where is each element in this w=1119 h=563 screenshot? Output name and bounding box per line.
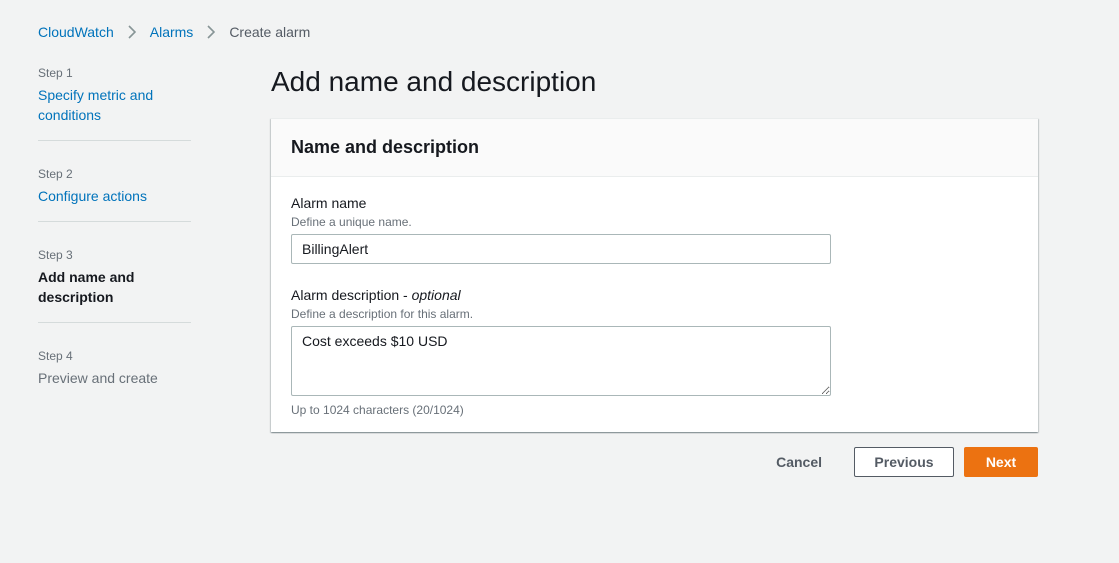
breadcrumb-current: Create alarm: [229, 24, 311, 40]
alarm-description-label: Alarm description - optional: [291, 286, 1018, 304]
step-link-specify-metric[interactable]: Specify metric and conditions: [38, 85, 191, 125]
panel-header: Name and description: [271, 119, 1038, 177]
name-description-panel: Name and description Alarm name Define a…: [271, 118, 1038, 432]
character-count: Up to 1024 characters (20/1024): [291, 403, 464, 417]
alarm-name-field: Alarm name Define a unique name.: [291, 194, 1018, 264]
alarm-description-hint: Define a description for this alarm.: [291, 307, 474, 321]
step-disabled-preview-create: Preview and create: [38, 370, 158, 386]
cancel-button[interactable]: Cancel: [756, 447, 842, 477]
step-link-configure-actions[interactable]: Configure actions: [38, 186, 191, 206]
wizard-step-1: Step 1 Specify metric and conditions: [38, 64, 191, 141]
step-number: Step 1: [38, 66, 73, 80]
alarm-name-label: Alarm name: [291, 195, 367, 211]
breadcrumb-alarms[interactable]: Alarms: [150, 24, 194, 40]
step-number: Step 2: [38, 167, 73, 181]
chevron-right-icon: [114, 22, 150, 42]
alarm-description-textarea[interactable]: Cost exceeds $10 USD: [291, 326, 831, 396]
wizard-step-3: Step 3 Add name and description: [38, 246, 191, 323]
wizard-step-2: Step 2 Configure actions: [38, 165, 191, 222]
previous-button[interactable]: Previous: [854, 447, 954, 477]
alarm-name-description: Define a unique name.: [291, 215, 412, 229]
next-button[interactable]: Next: [964, 447, 1038, 477]
panel-title: Name and description: [291, 137, 480, 157]
panel-body: Alarm name Define a unique name. Alarm d…: [271, 177, 1038, 418]
step-number: Step 4: [38, 349, 73, 363]
page-title: Add name and description: [271, 66, 597, 97]
step-number: Step 3: [38, 248, 73, 262]
wizard-step-4: Step 4 Preview and create: [38, 347, 191, 403]
breadcrumb-cloudwatch[interactable]: CloudWatch: [38, 24, 114, 40]
wizard-actions: Cancel Previous Next: [756, 447, 1038, 477]
alarm-name-input[interactable]: [291, 234, 831, 264]
alarm-description-field: Alarm description - optional Define a de…: [291, 286, 1018, 418]
breadcrumb: CloudWatch Alarms Create alarm: [38, 22, 310, 42]
optional-label: optional: [411, 287, 461, 303]
wizard-steps: Step 1 Specify metric and conditions Ste…: [38, 64, 191, 427]
alarm-description-label-text: Alarm description -: [291, 287, 412, 303]
step-current-name-description: Add name and description: [38, 269, 135, 305]
chevron-right-icon: [193, 22, 229, 42]
